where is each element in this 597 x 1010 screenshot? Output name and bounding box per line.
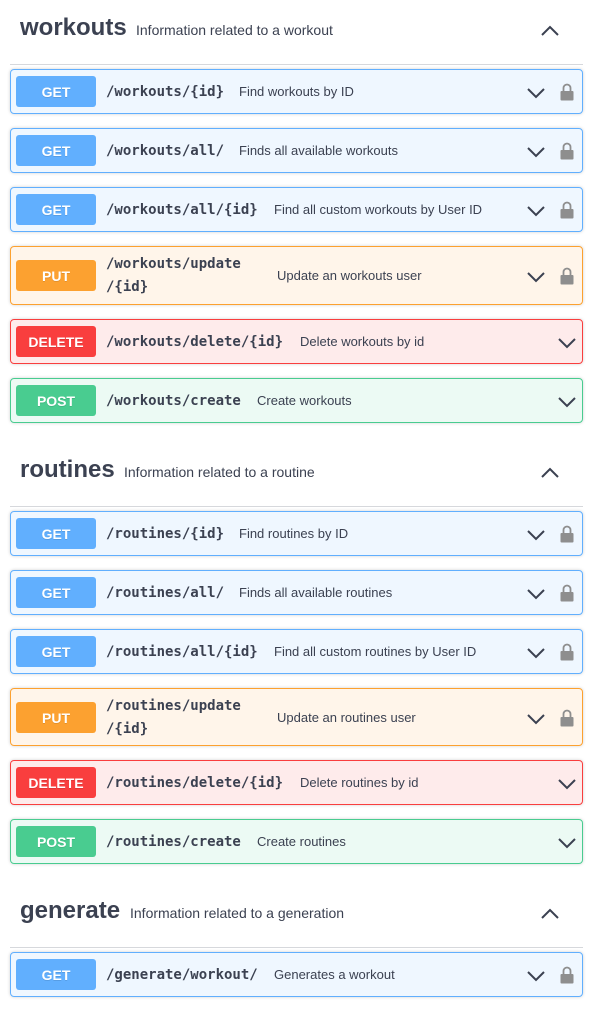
chevron-down-icon[interactable] <box>525 708 547 730</box>
lock-icon[interactable] <box>559 965 575 985</box>
operation-get-workouts-all[interactable]: GET /workouts/all/ Finds all available w… <box>10 128 583 173</box>
method-badge: GET <box>16 959 96 990</box>
operation-get-generate-workout[interactable]: GET /generate/workout/ Generates a worko… <box>10 952 583 997</box>
tag-header-workouts[interactable]: workouts Information related to a workou… <box>10 0 583 65</box>
method-badge: DELETE <box>16 326 96 357</box>
method-badge: GET <box>16 76 96 107</box>
chevron-down-icon[interactable] <box>525 200 547 222</box>
chevron-down-icon[interactable] <box>556 773 578 795</box>
operation-summary: Update an routines user <box>277 710 416 725</box>
operation-path: /workouts/{id} <box>106 84 225 100</box>
chevron-down-icon[interactable] <box>525 965 547 987</box>
chevron-up-icon[interactable] <box>537 901 563 927</box>
operation-delete-routines[interactable]: DELETE /routines/delete/{id} Delete rout… <box>10 760 583 805</box>
method-badge: GET <box>16 577 96 608</box>
operation-path: /generate/workout/ <box>106 967 258 983</box>
tag-description: Information related to a routine <box>124 464 315 480</box>
operation-path: /routines/all/{id} <box>106 644 258 660</box>
operation-get-workouts-id[interactable]: GET /workouts/{id} Find workouts by ID <box>10 69 583 114</box>
operation-summary: Find all custom workouts by User ID <box>274 202 483 217</box>
operation-path-line2: /{id} <box>106 721 149 737</box>
operation-summary: Update an workouts user <box>277 268 422 283</box>
tag-section-workouts: workouts Information related to a workou… <box>0 0 597 65</box>
method-badge: POST <box>16 826 96 857</box>
chevron-down-icon[interactable] <box>525 583 547 605</box>
chevron-down-icon[interactable] <box>525 642 547 664</box>
operation-summary: Delete workouts by id <box>300 334 425 349</box>
lock-icon[interactable] <box>559 583 575 603</box>
chevron-down-icon[interactable] <box>556 391 578 413</box>
tag-name: generate <box>20 897 121 924</box>
operation-summary: Find workouts by ID <box>239 84 354 99</box>
method-badge: DELETE <box>16 767 96 798</box>
tag-section-routines: routines Information related to a routin… <box>0 442 597 507</box>
tag-header-generate[interactable]: generate Information related to a genera… <box>10 883 583 948</box>
method-badge: GET <box>16 194 96 225</box>
operation-path: /workouts/delete/{id} <box>106 334 284 350</box>
operation-path: /routines/create <box>106 834 241 850</box>
lock-icon[interactable] <box>559 266 575 286</box>
chevron-down-icon[interactable] <box>525 141 547 163</box>
operation-path-line1: /workouts/update <box>106 256 241 272</box>
operation-summary: Finds all available routines <box>239 585 393 600</box>
tag-section-generate: generate Information related to a genera… <box>0 883 597 948</box>
operation-get-workouts-all-id[interactable]: GET /workouts/all/{id} Find all custom w… <box>10 187 583 232</box>
chevron-down-icon[interactable] <box>525 266 547 288</box>
method-badge: GET <box>16 518 96 549</box>
tag-name: routines <box>20 456 115 483</box>
operation-summary: Find all custom routines by User ID <box>274 644 477 659</box>
operation-post-routines-create[interactable]: POST /routines/create Create routines <box>10 819 583 864</box>
operation-path: /routines/{id} <box>106 526 225 542</box>
method-badge: GET <box>16 636 96 667</box>
lock-icon[interactable] <box>559 524 575 544</box>
chevron-down-icon[interactable] <box>525 524 547 546</box>
operation-get-routines-all-id[interactable]: GET /routines/all/{id} Find all custom r… <box>10 629 583 674</box>
method-badge: PUT <box>16 260 96 291</box>
method-badge: POST <box>16 385 96 416</box>
chevron-down-icon[interactable] <box>556 332 578 354</box>
method-badge: GET <box>16 135 96 166</box>
chevron-up-icon[interactable] <box>537 460 563 486</box>
tag-description: Information related to a workout <box>136 22 333 38</box>
lock-icon[interactable] <box>559 642 575 662</box>
operation-path-line1: /routines/update <box>106 698 241 714</box>
operation-summary: Create routines <box>257 834 346 849</box>
lock-icon[interactable] <box>559 141 575 161</box>
chevron-up-icon[interactable] <box>537 18 563 44</box>
operation-delete-workouts[interactable]: DELETE /workouts/delete/{id} Delete work… <box>10 319 583 364</box>
operation-summary: Create workouts <box>257 393 352 408</box>
operation-summary: Delete routines by id <box>300 775 419 790</box>
lock-icon[interactable] <box>559 82 575 102</box>
chevron-down-icon[interactable] <box>556 832 578 854</box>
operation-path: /workouts/all/{id} <box>106 202 258 218</box>
operation-summary: Finds all available workouts <box>239 143 398 158</box>
operation-put-routines-update[interactable]: PUT /routines/update /{id} Update an rou… <box>10 688 583 746</box>
tag-description: Information related to a generation <box>130 905 345 921</box>
tag-header-routines[interactable]: routines Information related to a routin… <box>10 442 583 507</box>
operation-get-routines-id[interactable]: GET /routines/{id} Find routines by ID <box>10 511 583 556</box>
method-badge: PUT <box>16 702 96 733</box>
operation-path: /routines/all/ <box>106 585 225 601</box>
operation-path: /routines/delete/{id} <box>106 775 284 791</box>
operation-put-workouts-update[interactable]: PUT /workouts/update /{id} Update an wor… <box>10 246 583 305</box>
lock-icon[interactable] <box>559 200 575 220</box>
operation-get-routines-all[interactable]: GET /routines/all/ Finds all available r… <box>10 570 583 615</box>
operation-summary: Generates a workout <box>274 967 395 982</box>
operation-path: /workouts/all/ <box>106 143 225 159</box>
operation-path: /workouts/create <box>106 393 241 409</box>
lock-icon[interactable] <box>559 708 575 728</box>
operation-path-line2: /{id} <box>106 279 149 295</box>
chevron-down-icon[interactable] <box>525 82 547 104</box>
tag-name: workouts <box>20 14 127 41</box>
operation-summary: Find routines by ID <box>239 526 349 541</box>
operation-post-workouts-create[interactable]: POST /workouts/create Create workouts <box>10 378 583 423</box>
